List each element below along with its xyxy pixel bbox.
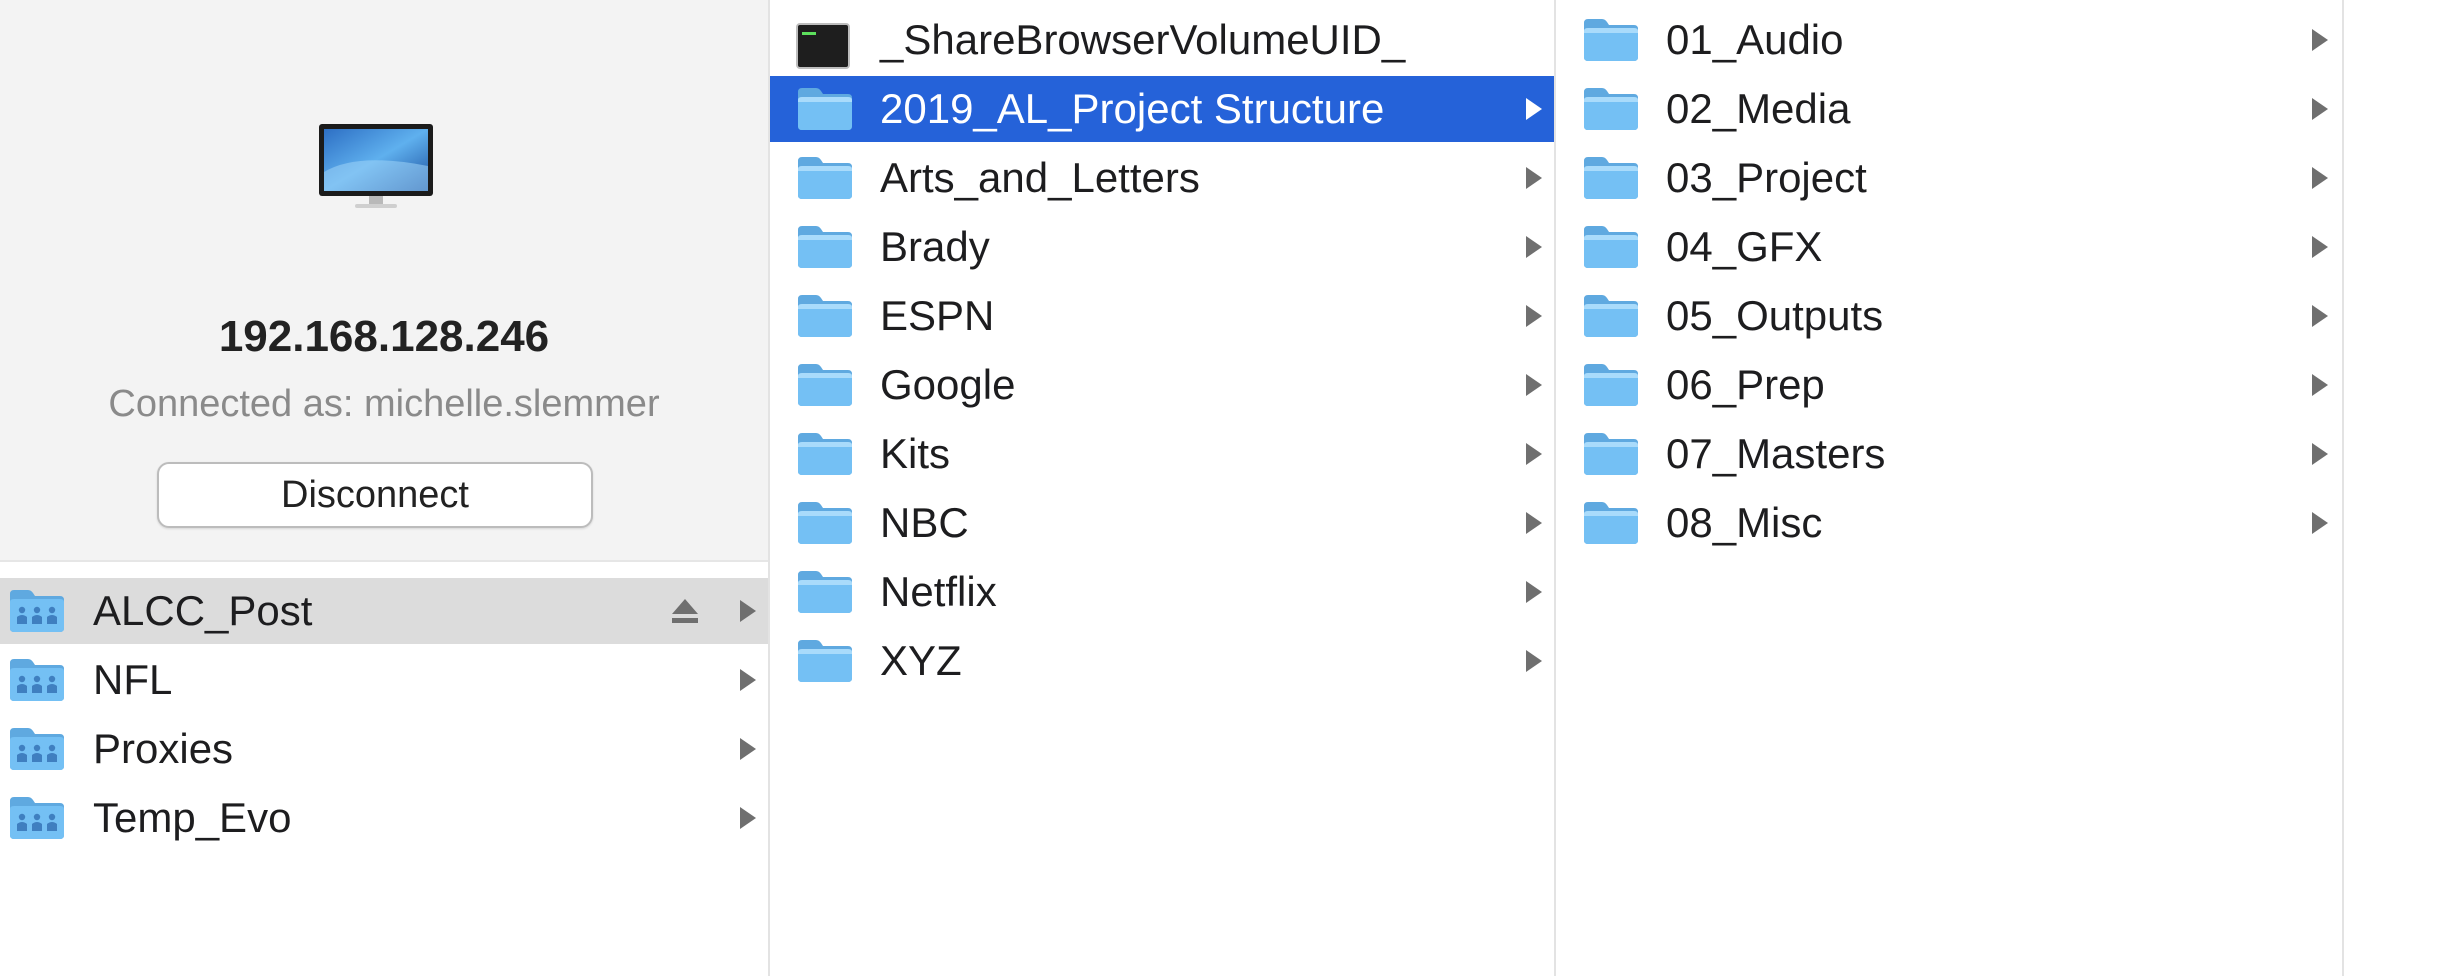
item-label: XYZ <box>880 637 962 684</box>
chevron-right-icon <box>2312 98 2328 120</box>
chevron-right-icon <box>2312 29 2328 51</box>
folder-icon <box>798 295 852 337</box>
item-label: _ShareBrowserVolumeUID_ <box>880 16 1406 63</box>
folder-item[interactable]: Kits <box>770 421 1554 487</box>
folder-icon <box>798 226 852 268</box>
imac-icon <box>319 124 433 208</box>
folder-icon <box>798 502 852 544</box>
folder-item[interactable]: _ShareBrowserVolumeUID_ <box>770 7 1554 73</box>
chevron-right-icon <box>2312 167 2328 189</box>
item-label: Arts_and_Letters <box>880 154 1200 201</box>
folder-item[interactable]: 04_GFX <box>1556 214 2342 280</box>
chevron-right-icon <box>1526 374 1542 396</box>
folder-item[interactable]: 01_Audio <box>1556 7 2342 73</box>
share-item[interactable]: NFL <box>0 647 768 713</box>
folder-icon <box>1584 88 1638 130</box>
folder-item[interactable]: XYZ <box>770 628 1554 694</box>
item-label: 02_Media <box>1666 85 1851 132</box>
folder-icon <box>1584 157 1638 199</box>
chevron-right-icon <box>1526 305 1542 327</box>
chevron-right-icon <box>740 738 756 760</box>
folder-item[interactable]: 03_Project <box>1556 145 2342 211</box>
folder-icon <box>1584 433 1638 475</box>
chevron-right-icon <box>1526 167 1542 189</box>
folder-column-2: _ShareBrowserVolumeUID_ 2019_AL_Project S… <box>770 0 1554 976</box>
chevron-right-icon <box>1526 650 1542 672</box>
server-info-panel: 192.168.128.246 Connected as: michelle.s… <box>0 0 768 562</box>
chevron-right-icon <box>2312 305 2328 327</box>
item-label: Netflix <box>880 568 997 615</box>
folder-icon <box>1584 295 1638 337</box>
chevron-right-icon <box>1526 98 1542 120</box>
chevron-right-icon <box>2312 374 2328 396</box>
share-item[interactable]: Proxies <box>0 716 768 782</box>
folder-icon <box>798 571 852 613</box>
item-label: ALCC_Post <box>93 587 313 634</box>
item-label: NFL <box>93 656 173 703</box>
folder-item[interactable]: Google <box>770 352 1554 418</box>
chevron-right-icon <box>740 807 756 829</box>
item-label: 06_Prep <box>1666 361 1825 408</box>
chevron-right-icon <box>1526 236 1542 258</box>
shared-folder-icon <box>10 728 64 770</box>
item-label: Kits <box>880 430 951 477</box>
sidebar-column: 192.168.128.246 Connected as: michelle.s… <box>0 0 768 976</box>
chevron-right-icon <box>1526 443 1542 465</box>
chevron-right-icon <box>740 669 756 691</box>
item-label: 05_Outputs <box>1666 292 1884 339</box>
chevron-right-icon <box>1526 512 1542 534</box>
folder-icon <box>1584 364 1638 406</box>
chevron-right-icon <box>2312 512 2328 534</box>
folder-item[interactable]: 02_Media <box>1556 76 2342 142</box>
connected-as-text: Connected as: michelle.slemmer <box>108 383 660 425</box>
terminal-file-icon <box>796 23 850 69</box>
folder-icon <box>798 433 852 475</box>
folder-item[interactable]: Brady <box>770 214 1554 280</box>
folder-item[interactable]: 05_Outputs <box>1556 283 2342 349</box>
chevron-right-icon <box>2312 443 2328 465</box>
shared-folder-icon <box>10 590 64 632</box>
folder-item[interactable]: 06_Prep <box>1556 352 2342 418</box>
folder-item[interactable]: 07_Masters <box>1556 421 2342 487</box>
item-label: 01_Audio <box>1666 16 1844 63</box>
item-label: Temp_Evo <box>93 794 292 841</box>
folder-item[interactable]: ESPN <box>770 283 1554 349</box>
folder-icon <box>798 157 852 199</box>
disconnect-button[interactable]: Disconnect <box>157 462 593 528</box>
shared-folder-icon <box>10 797 64 839</box>
folder-icon <box>1584 226 1638 268</box>
item-label: Google <box>880 361 1016 408</box>
item-label: Proxies <box>93 725 234 772</box>
column-divider[interactable] <box>2342 0 2344 976</box>
share-item[interactable]: ALCC_Post <box>0 578 768 644</box>
item-label: 03_Project <box>1666 154 1867 201</box>
item-label: 2019_AL_Project Structure <box>880 85 1385 132</box>
folder-icon <box>798 88 852 130</box>
folder-item[interactable]: 08_Misc <box>1556 490 2342 556</box>
item-label: 04_GFX <box>1666 223 1823 270</box>
shared-folder-icon <box>10 659 64 701</box>
chevron-right-icon <box>1526 581 1542 603</box>
folder-item[interactable]: Netflix <box>770 559 1554 625</box>
item-label: ESPN <box>880 292 995 339</box>
server-address: 192.168.128.246 <box>218 312 550 361</box>
item-label: 08_Misc <box>1666 499 1823 546</box>
folder-icon <box>1584 502 1638 544</box>
chevron-right-icon <box>740 600 756 622</box>
chevron-right-icon <box>2312 236 2328 258</box>
folder-column-3: 01_Audio 02_Media 03_Project 04_GFX 05_Outpu… <box>1556 0 2342 976</box>
folder-item[interactable]: 2019_AL_Project Structure <box>770 76 1554 142</box>
item-label: Brady <box>880 223 990 270</box>
folder-icon <box>798 364 852 406</box>
item-label: NBC <box>880 499 969 546</box>
item-label: 07_Masters <box>1666 430 1886 477</box>
folder-icon <box>1584 19 1638 61</box>
folder-item[interactable]: NBC <box>770 490 1554 556</box>
folder-item[interactable]: Arts_and_Letters <box>770 145 1554 211</box>
folder-icon <box>798 640 852 682</box>
share-item[interactable]: Temp_Evo <box>0 785 768 851</box>
eject-icon[interactable] <box>670 597 700 625</box>
